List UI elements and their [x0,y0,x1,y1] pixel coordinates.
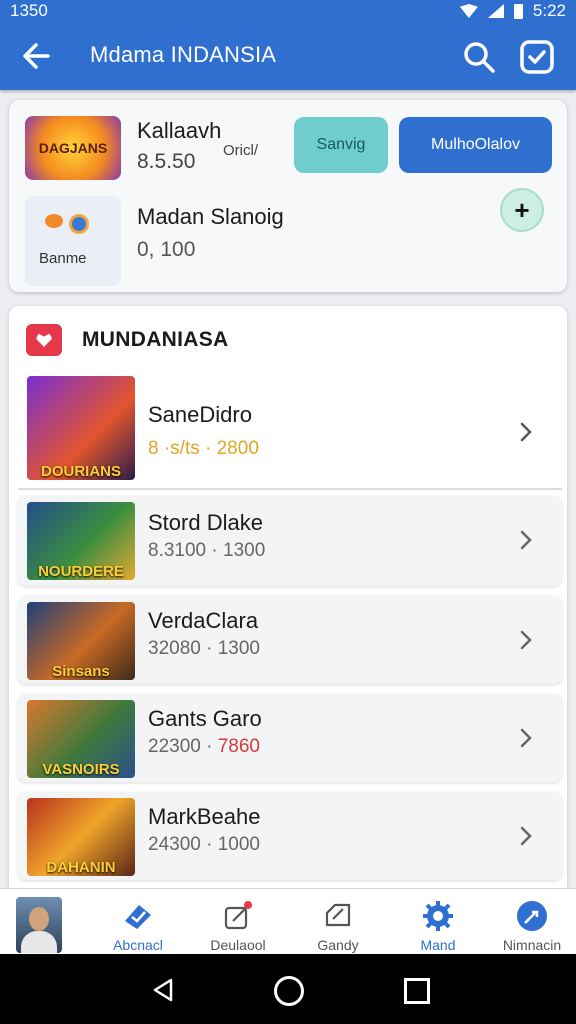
edit-note-icon [224,901,252,930]
status-time: 1350 [10,1,48,20]
game-thumbnail: DOURIANS [27,376,135,480]
chevron-right-icon [520,630,532,650]
app-bar: Mdama INDANSIA [0,22,576,90]
pencil-box-icon [325,903,351,927]
nav-item-abcnacl[interactable]: Abcnacl [96,889,180,955]
status-clock: 5:22 [532,1,566,20]
game-thumbnail: DAHANIN [27,798,135,876]
checklist-button[interactable] [518,38,556,76]
back-button[interactable] [18,36,58,76]
item-name: Gants Garo [148,706,262,731]
primary-action-button[interactable]: MulhoOlalov [399,117,552,173]
game-thumbnail: VASNOIRS [27,700,135,778]
wifi-icon [459,4,478,18]
game-thumbnail: NOURDERE [27,502,135,580]
nav-label: Nimnacin [502,937,562,953]
search-icon [464,42,495,73]
item-name: MarkBeahe [148,804,261,829]
system-navigation-bar [0,954,576,1024]
summary-second-name: Madan Slanoig [137,204,284,229]
thumbnail-text: NOURDERE [38,563,124,580]
nav-item-nimnacin[interactable]: Nimnacin [490,889,574,955]
summary-price: 8.5.50 [137,150,196,173]
summary-name: Kallaavh [137,118,222,143]
game-logo: DAGJANS [25,116,121,180]
summary-second-price: 0, 100 [137,238,196,261]
check-square-icon [520,40,554,74]
chevron-right-icon [520,826,532,846]
item-price: 24300 · 1000 [148,834,260,855]
orange-dot-icon [45,214,63,228]
games-section: MUNDANIASA DOURIANS SaneDidro 8 ·s/ts · … [9,306,567,906]
item-price: 8 ·s/ts · 2800 [148,438,259,459]
bottom-navigation: Abcnacl Deulaool Gandy Mand Nimnacin [0,888,576,955]
thumbnail-text: VASNOIRS [42,761,120,778]
gear-icon [423,901,453,931]
avatar[interactable] [16,897,62,953]
list-item[interactable]: DOURIANS SaneDidro 8 ·s/ts · 2800 [18,370,562,490]
battery-icon [513,3,523,19]
add-button[interactable]: + [500,188,544,232]
system-back-icon[interactable] [152,978,174,1002]
summary-card: DAGJANS Kallaavh 8.5.50 Oricl/ Sanvig Mu… [9,100,567,292]
list-item[interactable]: DAHANIN MarkBeahe 24300 · 1000 [18,792,562,880]
search-button[interactable] [460,38,498,76]
thumbnail-text: DOURIANS [40,463,121,480]
item-name: VerdaClara [148,608,259,633]
list-item[interactable]: NOURDERE Stord Dlake 8.3100 · 1300 [18,496,562,586]
item-price: 8.3100 · 1300 [148,540,266,561]
list-item[interactable]: VASNOIRS Gants Garo 22300 · 7860 [18,694,562,782]
item-name: SaneDidro [148,402,252,427]
brand-icons [45,214,89,234]
nav-label: Gandy [317,937,359,953]
heart-badge-icon [26,324,62,356]
section-title: MUNDANIASA [82,328,229,351]
chevron-right-icon [520,530,532,550]
nav-item-gandy[interactable]: Gandy [296,889,380,955]
summary-tag: Oricl/ [223,142,258,159]
system-home-icon[interactable] [274,976,304,1006]
page-title: Mdama INDANSIA [90,42,277,67]
plus-icon: + [514,194,530,225]
arrow-left-icon [23,43,50,69]
list-item[interactable]: Sinsans VerdaClara 32080 · 1300 [18,596,562,684]
game-thumbnail: Sinsans [27,602,135,680]
thumbnail-text: DAHANIN [46,859,116,876]
brand-logo: Banme [25,196,121,286]
item-price: 22300 · 7860 [148,736,260,758]
item-price: 32080 · 1300 [148,638,260,659]
thumbnail-text: Sinsans [52,663,110,680]
compass-icon [517,901,547,931]
status-bar: 1350 5:22 [0,0,576,22]
ticket-icon [125,905,151,929]
status-icons: 5:22 [459,1,566,21]
nav-item-deulaool[interactable]: Deulaool [196,889,280,955]
price-accent: 7860 [217,736,261,757]
chevron-right-icon [520,728,532,748]
brand-label: Banme [39,250,87,267]
chevron-right-icon [520,422,532,442]
game-logo-text: DAGJANS [38,140,108,156]
nav-label: Deulaool [210,937,266,953]
blue-ring-icon [69,214,89,234]
signal-icon [487,4,504,18]
system-recents-icon[interactable] [404,978,430,1004]
nav-item-mand[interactable]: Mand [396,889,480,955]
item-name: Stord Dlake [148,510,263,535]
nav-label: Mand [420,937,456,953]
price-base: 22300 · [148,736,218,757]
nav-label: Abcnacl [113,937,163,953]
secondary-action-button[interactable]: Sanvig [294,117,388,173]
